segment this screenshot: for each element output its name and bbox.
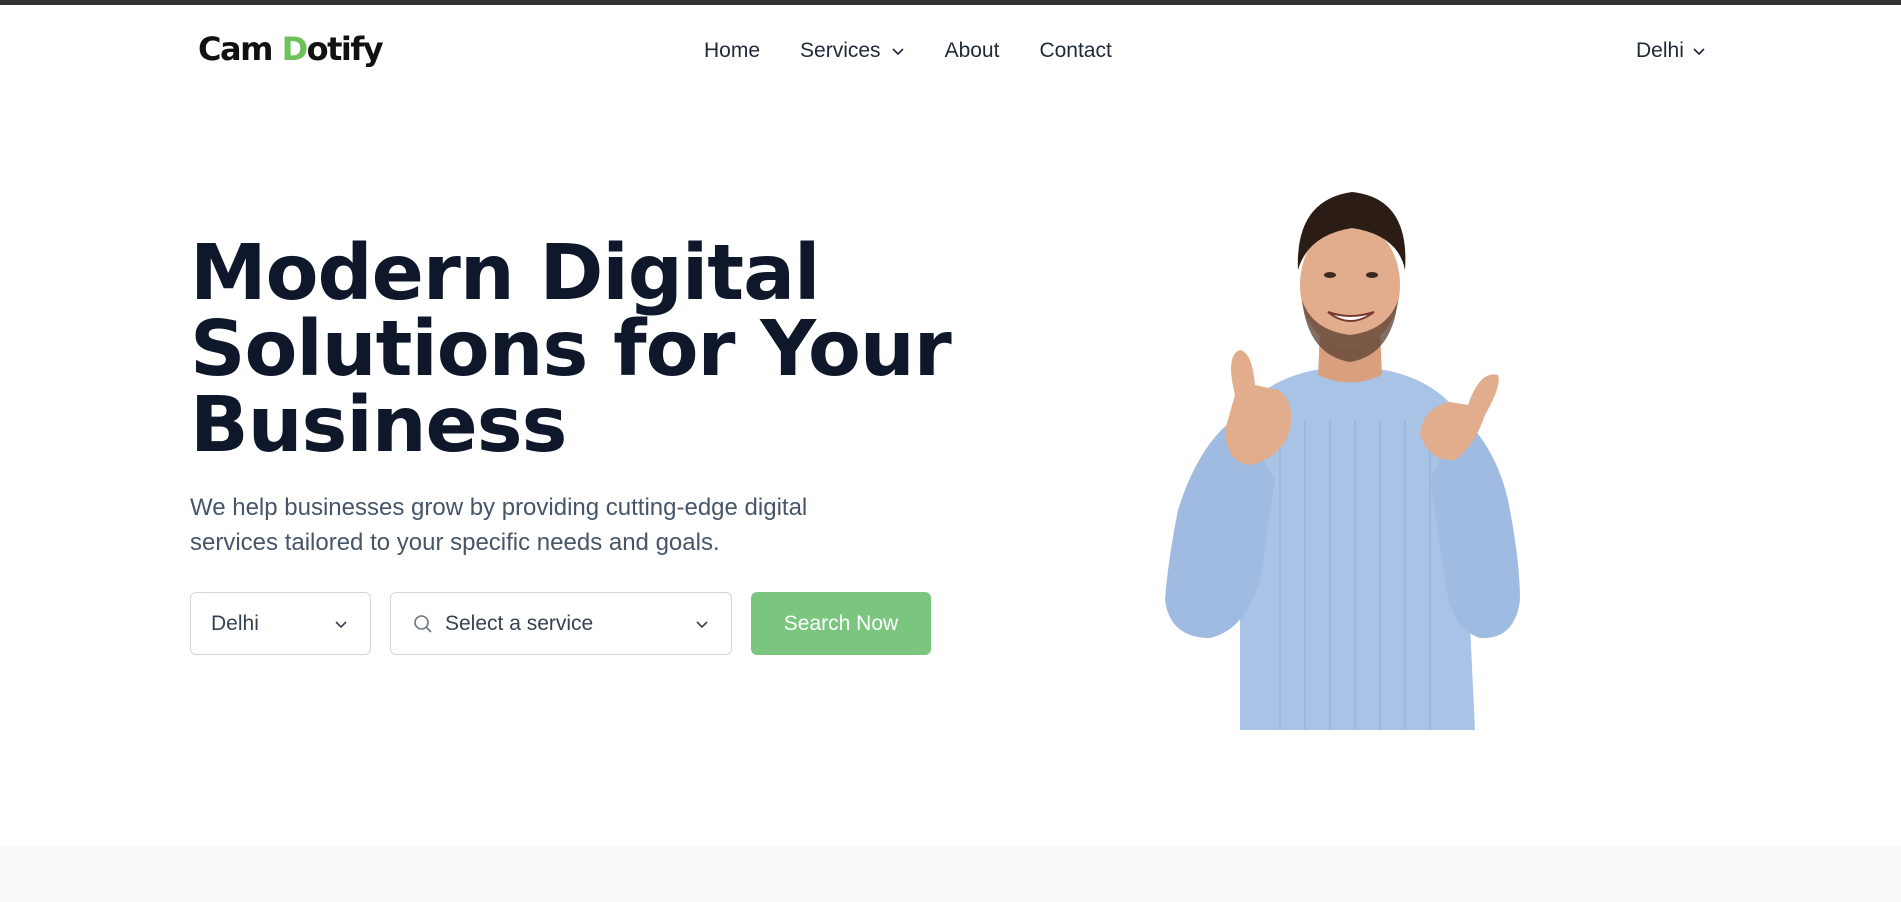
main-menu: Home Services About Contact: [704, 39, 1112, 63]
logo[interactable]: Cam Dotify: [198, 30, 384, 68]
service-select-placeholder: Select a service: [445, 611, 594, 635]
search-icon: [414, 614, 432, 633]
service-select[interactable]: Select a service: [390, 592, 732, 655]
next-section-band: [0, 846, 1901, 902]
nav-home[interactable]: Home: [704, 39, 760, 63]
navbar: Cam Dotify Home Services About Contact D…: [0, 5, 1901, 95]
city-dropdown[interactable]: Delhi: [1636, 39, 1706, 63]
search-now-button[interactable]: Search Now: [751, 592, 931, 655]
hero-person-image: [1165, 192, 1520, 730]
nav-services[interactable]: Services: [800, 39, 905, 63]
nav-contact[interactable]: Contact: [1039, 39, 1111, 63]
chevron-down-icon: [335, 620, 347, 628]
chevron-down-icon: [891, 48, 904, 56]
city-select-value: Delhi: [211, 611, 259, 635]
hero-subtitle: We help businesses grow by providing cut…: [190, 494, 808, 556]
chevron-down-icon: [1693, 48, 1705, 56]
logo-accent-letter: D: [281, 30, 309, 68]
chevron-down-icon: [696, 620, 708, 628]
nav-about[interactable]: About: [945, 39, 1000, 63]
city-select[interactable]: Delhi: [190, 592, 371, 655]
city-label: Delhi: [1636, 39, 1684, 62]
hero-title: Modern Digital Solutions for Your Busine…: [190, 229, 952, 470]
